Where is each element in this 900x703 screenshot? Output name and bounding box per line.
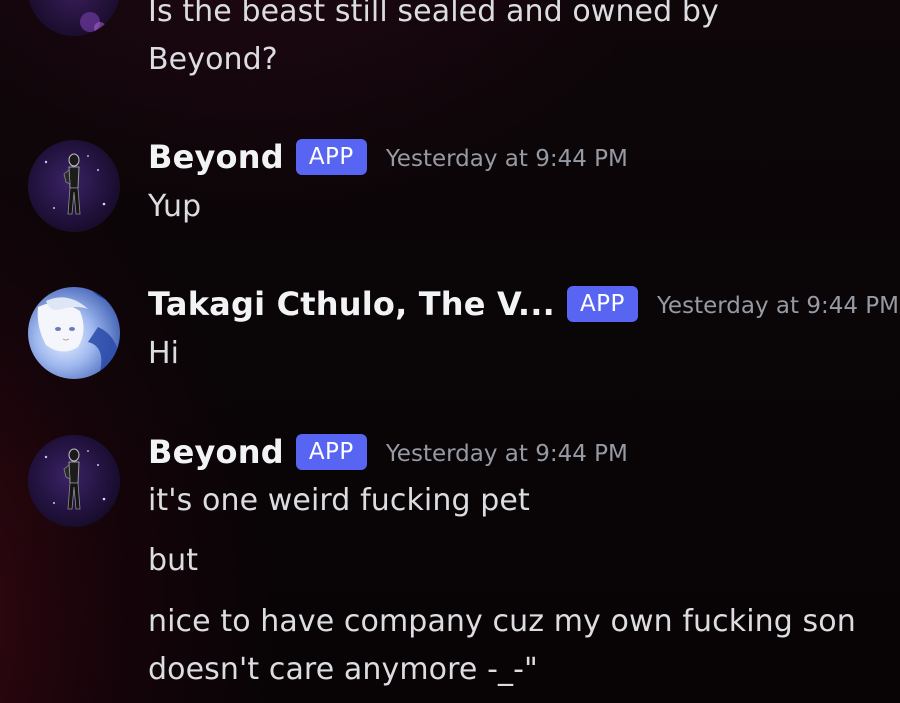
message-line: Hi — [148, 336, 180, 371]
username[interactable]: Takagi Cthulo, The V... — [148, 285, 555, 323]
timestamp: Yesterday at 9:44 PM — [385, 146, 628, 172]
message-line: nice to have company cuz my own fucking … — [148, 604, 856, 639]
message-line: but — [148, 543, 199, 578]
timestamp: Yesterday at 9:44 PM — [385, 441, 628, 467]
message-line: Beyond? — [148, 42, 278, 77]
message-line: Yup — [148, 189, 202, 224]
message-header: Beyond APP Yesterday at 9:44 PM — [148, 133, 628, 181]
app-badge: APP — [566, 286, 638, 322]
message-line: Is the beast still sealed and owned by — [148, 0, 719, 29]
message-header: Beyond APP Yesterday at 9:44 PM — [148, 428, 628, 476]
avatar[interactable] — [28, 435, 120, 527]
message-line: it's one weird fucking pet — [148, 483, 530, 518]
avatar[interactable] — [28, 287, 120, 379]
app-badge: APP — [295, 139, 367, 175]
app-badge: APP — [295, 434, 367, 470]
avatar[interactable] — [28, 140, 120, 232]
message-header: Takagi Cthulo, The V... APP Yesterday at… — [148, 280, 899, 328]
username[interactable]: Beyond — [148, 433, 284, 471]
message-line: doesn't care anymore -_-" — [148, 652, 538, 687]
timestamp: Yesterday at 9:44 PM — [656, 293, 899, 319]
avatar[interactable] — [28, 0, 120, 36]
username[interactable]: Beyond — [148, 138, 284, 176]
